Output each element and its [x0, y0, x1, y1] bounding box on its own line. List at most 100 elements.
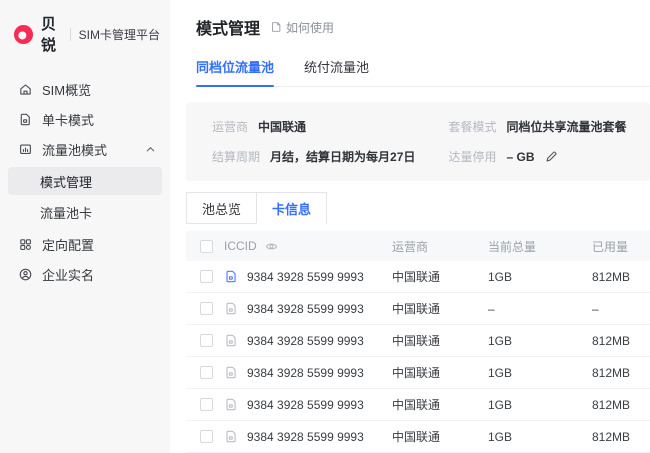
cell-carrier: 中国联通	[392, 300, 488, 317]
column-header-iccid: ICCID	[224, 239, 257, 253]
field-carrier: 运营商 中国联通	[212, 118, 449, 135]
cell-carrier: 中国联通	[392, 428, 488, 445]
help-link[interactable]: 如何使用	[270, 19, 334, 36]
sidebar-item-label: 企业实名	[42, 265, 94, 284]
cell-iccid: 9384 3928 5599 9993	[247, 270, 364, 284]
sidebar-nav: SIM概览 单卡模式 流量池模式 模式管理	[0, 74, 170, 289]
traffic-pool-icon	[18, 142, 33, 157]
cell-iccid: 9384 3928 5599 9993	[247, 302, 364, 316]
subtab-pool-overview[interactable]: 池总览	[186, 192, 257, 224]
cell-total: 1GB	[488, 366, 592, 380]
sidebar-item-label: 单卡模式	[42, 110, 94, 129]
table-row: 9384 3928 5599 9993 中国联通 – –	[186, 293, 650, 325]
cell-carrier: 中国联通	[392, 268, 488, 285]
app-window: 贝锐 SIM卡管理平台 SIM概览 单卡模式 流量池模式	[0, 0, 650, 453]
document-icon	[270, 21, 282, 33]
cell-used: 812MB	[592, 366, 650, 380]
home-icon	[18, 82, 33, 97]
field-usage-cutoff: 达量停用 – GB	[449, 148, 650, 165]
field-label: 结算周期	[212, 148, 260, 165]
pool-type-tabs: 同档位流量池 统付流量池	[196, 57, 650, 87]
row-checkbox[interactable]	[200, 430, 213, 443]
edit-cutoff-button[interactable]	[545, 150, 558, 163]
row-checkbox[interactable]	[200, 302, 213, 315]
cell-carrier: 中国联通	[392, 364, 488, 381]
cell-used: 812MB	[592, 430, 650, 444]
sim-file-icon	[224, 397, 239, 412]
table-row: 9384 3928 5599 9993 中国联通 1GB 812MB	[186, 261, 650, 293]
plan-info-panel: 运营商 中国联通 套餐模式 同档位共享流量池套餐 结算周期 月结，结算日期为每月…	[186, 102, 650, 181]
eye-icon[interactable]	[265, 240, 278, 253]
detail-subtabs: 池总览 卡信息	[186, 192, 327, 224]
sim-file-icon	[224, 333, 239, 348]
field-billing-cycle: 结算周期 月结，结算日期为每月27日	[212, 148, 449, 165]
cell-used: 812MB	[592, 334, 650, 348]
sidebar: 贝锐 SIM卡管理平台 SIM概览 单卡模式 流量池模式	[0, 0, 170, 453]
field-value: 中国联通	[258, 118, 306, 135]
column-header-used: 已用量	[592, 238, 650, 255]
cell-used: –	[592, 302, 650, 316]
grid-icon	[18, 237, 33, 252]
cell-total: 1GB	[488, 398, 592, 412]
select-all-checkbox[interactable]	[200, 240, 213, 253]
sidebar-subitem-label: 模式管理	[40, 172, 92, 191]
table-row: 9384 3928 5599 9993 中国联通 1GB 812MB	[186, 421, 650, 453]
field-value: 月结，结算日期为每月27日	[270, 148, 415, 165]
sidebar-item-single-card-mode[interactable]: 单卡模式	[0, 104, 170, 134]
table-row: 9384 3928 5599 9993 中国联通 1GB 812MB	[186, 389, 650, 421]
brand-divider	[70, 28, 71, 41]
sidebar-subitem-label: 流量池卡	[40, 203, 92, 222]
card-table: ICCID 运营商 当前总量 已用量 9384 3928 5599 9993	[186, 231, 650, 453]
cell-carrier: 中国联通	[392, 396, 488, 413]
field-plan-mode: 套餐模式 同档位共享流量池套餐	[449, 118, 650, 135]
field-label: 运营商	[212, 118, 248, 135]
sim-file-icon	[224, 429, 239, 444]
column-header-carrier: 运营商	[392, 238, 488, 255]
subtab-card-info[interactable]: 卡信息	[256, 192, 327, 224]
user-circle-icon	[18, 267, 33, 282]
cell-iccid: 9384 3928 5599 9993	[247, 366, 364, 380]
sidebar-item-label: 流量池模式	[42, 140, 107, 159]
sidebar-item-mode-management[interactable]: 模式管理	[8, 167, 162, 195]
sidebar-item-directional-config[interactable]: 定向配置	[0, 229, 170, 259]
brand-logo-icon	[13, 24, 34, 45]
sidebar-item-pool-mode[interactable]: 流量池模式	[0, 134, 170, 164]
help-link-label: 如何使用	[286, 19, 334, 36]
page-header: 模式管理 如何使用	[196, 15, 650, 39]
cell-iccid: 9384 3928 5599 9993	[247, 430, 364, 444]
field-value: – GB	[507, 150, 535, 164]
field-value: 同档位共享流量池套餐	[507, 118, 627, 135]
cell-iccid: 9384 3928 5599 9993	[247, 334, 364, 348]
sidebar-item-sim-overview[interactable]: SIM概览	[0, 74, 170, 104]
sidebar-item-label: SIM概览	[42, 80, 91, 99]
row-checkbox[interactable]	[200, 334, 213, 347]
sidebar-item-label: 定向配置	[42, 235, 94, 254]
field-label: 套餐模式	[449, 118, 497, 135]
row-checkbox[interactable]	[200, 398, 213, 411]
brand-product: SIM卡管理平台	[79, 26, 160, 43]
tab-same-tier-pool[interactable]: 同档位流量池	[196, 57, 274, 86]
tab-unified-pay-pool[interactable]: 统付流量池	[304, 57, 369, 86]
sim-card-icon	[18, 112, 33, 127]
cell-carrier: 中国联通	[392, 332, 488, 349]
main-content: 模式管理 如何使用 同档位流量池 统付流量池 运营商 中国联通 套餐模式 同档位…	[170, 0, 650, 453]
table-row: 9384 3928 5599 9993 中国联通 1GB 812MB	[186, 357, 650, 389]
cell-used: 812MB	[592, 270, 650, 284]
sim-file-icon	[224, 365, 239, 380]
sim-file-icon	[224, 301, 239, 316]
sidebar-item-pool-card[interactable]: 流量池卡	[8, 198, 162, 226]
column-header-total: 当前总量	[488, 238, 592, 255]
brand-logo[interactable]: 贝锐 SIM卡管理平台	[0, 0, 170, 65]
row-checkbox[interactable]	[200, 270, 213, 283]
page-title: 模式管理	[196, 15, 260, 39]
sim-file-icon	[224, 269, 239, 284]
cell-total: 1GB	[488, 334, 592, 348]
cell-iccid: 9384 3928 5599 9993	[247, 398, 364, 412]
brand-name: 贝锐	[41, 13, 62, 55]
sidebar-item-enterprise-verification[interactable]: 企业实名	[0, 259, 170, 289]
chevron-up-icon	[145, 144, 156, 155]
table-header-row: ICCID 运营商 当前总量 已用量	[186, 231, 650, 261]
cell-total: 1GB	[488, 430, 592, 444]
row-checkbox[interactable]	[200, 366, 213, 379]
field-label: 达量停用	[449, 148, 497, 165]
